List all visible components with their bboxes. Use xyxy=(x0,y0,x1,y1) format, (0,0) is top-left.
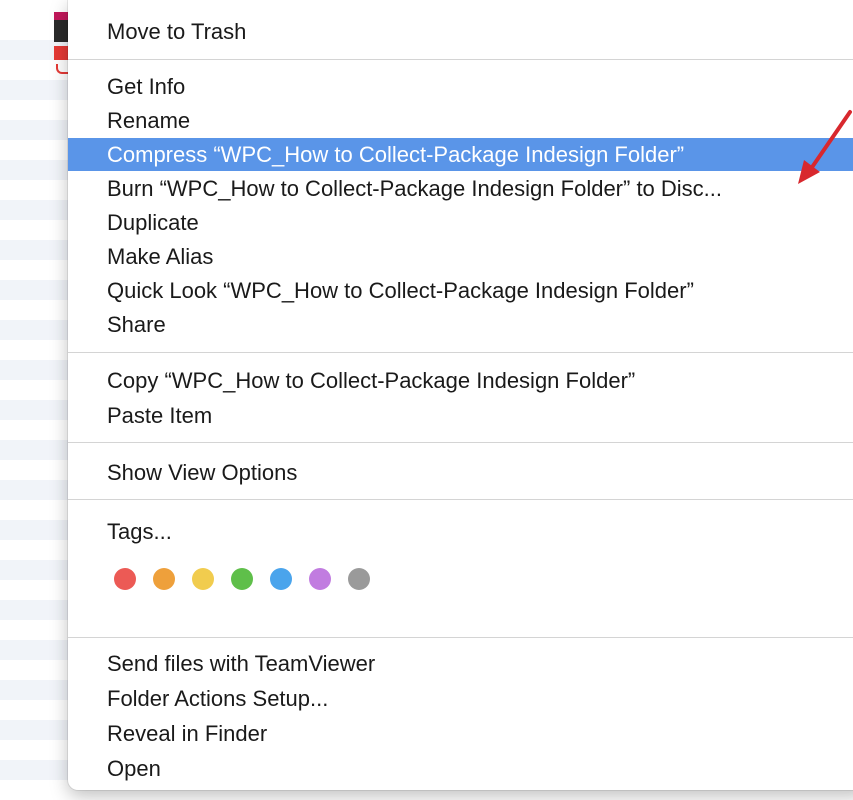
menu-item-copy[interactable]: Copy “WPC_How to Collect-Package Indesig… xyxy=(68,364,853,397)
menu-item-tags[interactable]: Tags... xyxy=(68,515,853,548)
menu-separator xyxy=(68,352,853,353)
menu-item-open[interactable]: Open xyxy=(68,752,853,785)
menu-separator xyxy=(68,59,853,60)
red-arrow-icon xyxy=(798,110,852,184)
menu-item-send-teamviewer[interactable]: Send files with TeamViewer xyxy=(68,647,853,680)
menu-item-quick-look[interactable]: Quick Look “WPC_How to Collect-Package I… xyxy=(68,274,853,307)
menu-item-duplicate[interactable]: Duplicate xyxy=(68,206,853,239)
menu-item-show-view-options[interactable]: Show View Options xyxy=(68,456,853,489)
tag-blue[interactable] xyxy=(270,568,292,590)
tag-yellow[interactable] xyxy=(192,568,214,590)
menu-separator xyxy=(68,499,853,500)
menu-item-reveal-in-finder[interactable]: Reveal in Finder xyxy=(68,717,853,750)
tag-purple[interactable] xyxy=(309,568,331,590)
menu-item-share-label: Share xyxy=(107,312,166,337)
tag-red[interactable] xyxy=(114,568,136,590)
menu-item-burn-to-disc[interactable]: Burn “WPC_How to Collect-Package Indesig… xyxy=(68,172,853,205)
menu-item-share[interactable]: Share ▶ xyxy=(68,308,853,341)
tag-gray[interactable] xyxy=(348,568,370,590)
context-menu: Move to Trash Get Info Rename Compress “… xyxy=(68,0,853,790)
menu-separator xyxy=(68,637,853,638)
menu-separator xyxy=(68,442,853,443)
tag-green[interactable] xyxy=(231,568,253,590)
tag-orange[interactable] xyxy=(153,568,175,590)
menu-item-rename[interactable]: Rename xyxy=(68,104,853,137)
menu-item-get-info[interactable]: Get Info xyxy=(68,70,853,103)
menu-item-paste-item[interactable]: Paste Item xyxy=(68,399,853,432)
menu-item-make-alias[interactable]: Make Alias xyxy=(68,240,853,273)
menu-item-folder-actions-setup[interactable]: Folder Actions Setup... xyxy=(68,682,853,715)
menu-item-move-to-trash[interactable]: Move to Trash xyxy=(68,15,853,48)
menu-item-compress[interactable]: Compress “WPC_How to Collect-Package Ind… xyxy=(68,138,853,171)
